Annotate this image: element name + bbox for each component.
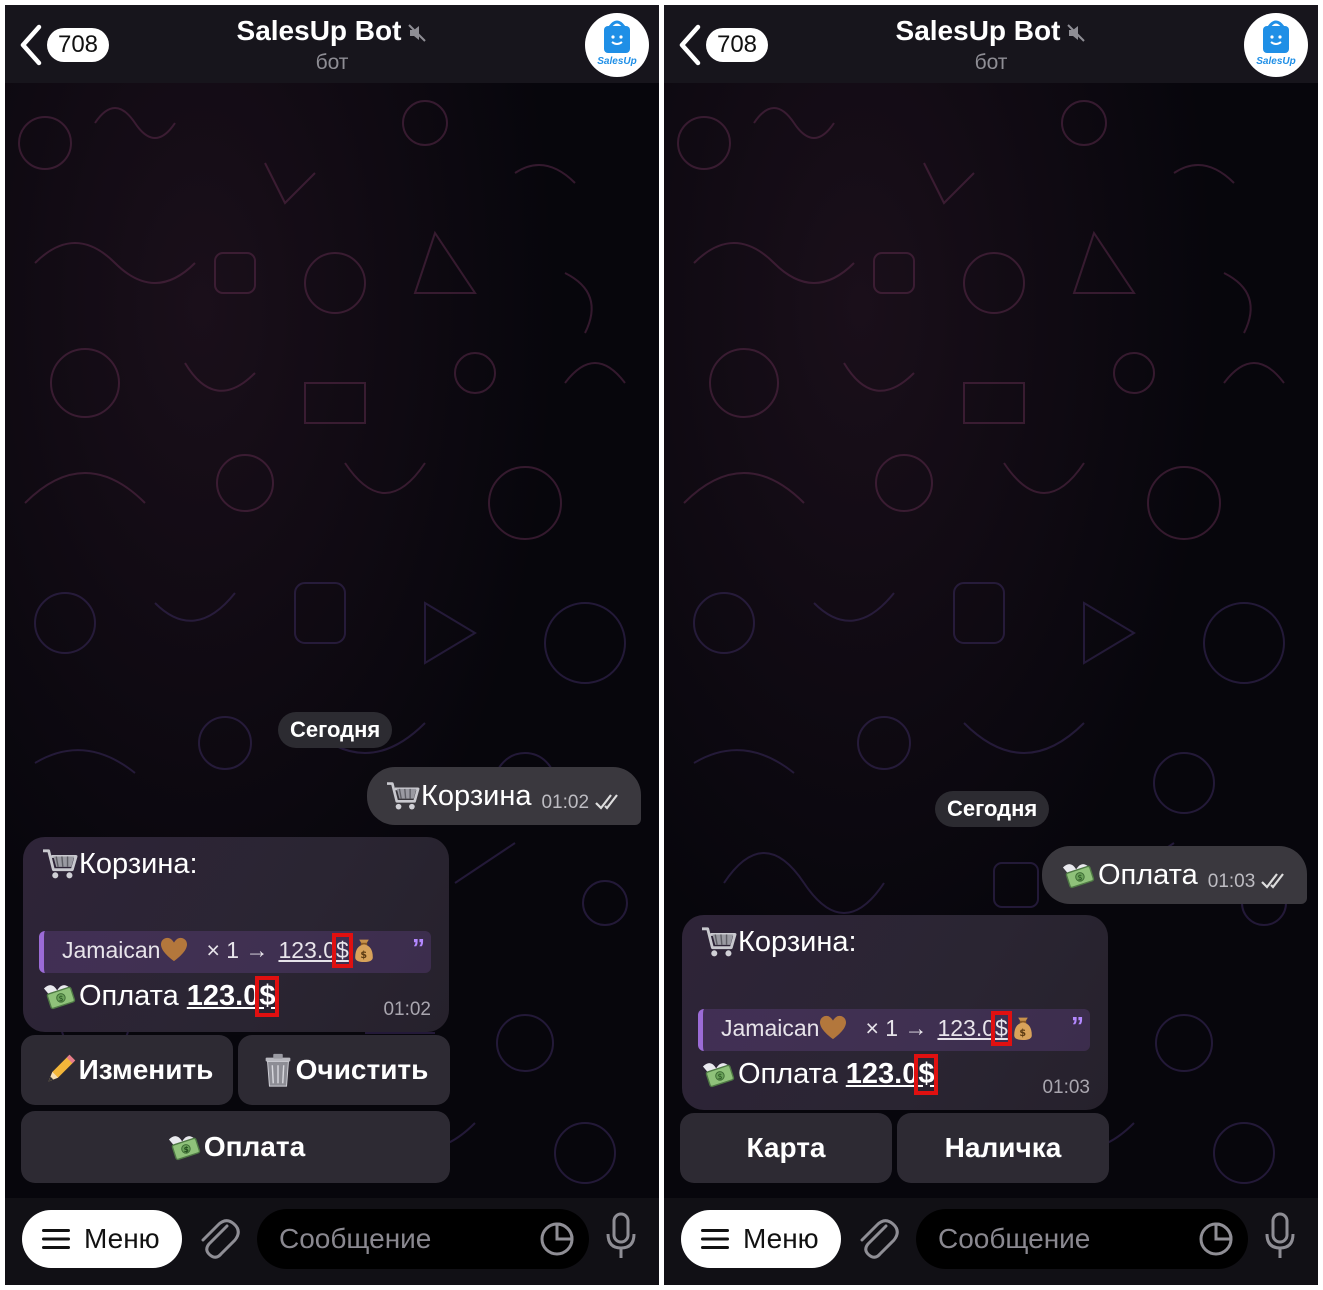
read-checkmarks-icon: [595, 794, 618, 810]
chat-subtitle: бот: [974, 51, 1008, 74]
money-bag-icon: [1011, 1014, 1035, 1042]
money-wings-icon: [1060, 858, 1098, 892]
muted-icon: [1067, 23, 1086, 42]
chat-title[interactable]: SalesUp Bot: [664, 15, 1318, 47]
cart-item-quote: Jamaican × 1 → 123.0 $ ”: [39, 931, 431, 973]
cart-item-quote: Jamaican × 1 → 123.0 $ ”: [698, 1009, 1090, 1051]
message-input[interactable]: Сообщение: [916, 1209, 1248, 1269]
item-currency: $: [332, 932, 353, 968]
cart-icon: [385, 780, 421, 812]
muted-icon: [408, 23, 427, 42]
chat-header: 708 SalesUp Bot бот SalesUp: [5, 5, 659, 83]
message-time: 01:03: [1207, 871, 1256, 892]
bot-avatar[interactable]: SalesUp: [1244, 13, 1308, 77]
message-input[interactable]: Сообщение: [257, 1209, 589, 1269]
message-time: 01:03: [1042, 1077, 1090, 1098]
outgoing-message-text: Оплата: [1098, 858, 1198, 891]
money-bag-icon: [352, 936, 376, 964]
incoming-cart-message: Корзина: Jamaican × 1 → 123.0 $ ” Оплата …: [23, 837, 449, 1032]
chat-subtitle: бот: [315, 51, 349, 74]
date-separator: Сегодня: [935, 791, 1050, 827]
item-price[interactable]: 123.0: [278, 937, 336, 964]
avatar-logo-text: SalesUp: [1256, 56, 1295, 67]
edit-button[interactable]: Изменить: [21, 1035, 233, 1105]
money-wings-icon: [166, 1130, 204, 1164]
item-quantity: × 1 →: [865, 1014, 928, 1041]
microphone-icon[interactable]: [1264, 1212, 1296, 1262]
payment-currency: $: [255, 975, 280, 1017]
menu-button[interactable]: Меню: [22, 1210, 182, 1268]
money-wings-icon: [700, 1057, 738, 1091]
read-checkmarks-icon: [1261, 873, 1285, 889]
message-time: 01:02: [541, 792, 590, 813]
outgoing-message[interactable]: Корзина 01:02: [367, 767, 642, 825]
pencil-icon: [41, 1051, 79, 1089]
cart-icon: [700, 925, 738, 959]
cart-title: Корзина:: [79, 847, 198, 880]
payment-amount[interactable]: 123.0: [187, 980, 260, 1013]
screen-left: 708 SalesUp Bot бот SalesUp Сегодня Корз…: [5, 5, 659, 1285]
incoming-cart-message: Корзина: Jamaican × 1 → 123.0 $ ” Оплата …: [682, 915, 1108, 1110]
cart-title: Корзина:: [738, 925, 857, 958]
quote-icon: ”: [412, 933, 425, 963]
trash-icon: [260, 1051, 296, 1089]
card-button[interactable]: Карта: [680, 1113, 892, 1183]
chat-title[interactable]: SalesUp Bot: [5, 15, 659, 47]
message-time: 01:02: [383, 999, 431, 1020]
bot-avatar[interactable]: SalesUp: [585, 13, 649, 77]
outgoing-message-text: Корзина: [421, 779, 532, 812]
clear-button[interactable]: Очистить: [238, 1035, 450, 1105]
menu-button[interactable]: Меню: [681, 1210, 841, 1268]
brown-heart-icon: [160, 937, 188, 963]
chat-header: 708 SalesUp Bot бот SalesUp: [664, 5, 1318, 83]
menu-icon: [701, 1229, 729, 1249]
payment-amount[interactable]: 123.0: [846, 1058, 919, 1091]
product-name: Jamaican: [62, 936, 161, 963]
sticker-icon[interactable]: [539, 1221, 575, 1257]
avatar-logo-text: SalesUp: [597, 56, 636, 67]
pay-button[interactable]: Оплата: [21, 1111, 450, 1183]
outgoing-message[interactable]: Оплата 01:03: [1042, 846, 1308, 904]
attach-icon[interactable]: [856, 1216, 900, 1262]
date-separator: Сегодня: [278, 712, 393, 748]
money-wings-icon: [41, 979, 79, 1013]
payment-label: Оплата: [79, 979, 179, 1012]
screen-right: 708 SalesUp Bot бот SalesUp Сегодня Опла…: [664, 5, 1318, 1285]
quote-icon: ”: [1071, 1011, 1084, 1041]
item-price[interactable]: 123.0: [937, 1015, 995, 1042]
attach-icon[interactable]: [197, 1216, 241, 1262]
sticker-icon[interactable]: [1198, 1221, 1234, 1257]
microphone-icon[interactable]: [605, 1212, 637, 1262]
item-quantity: × 1 →: [206, 936, 269, 963]
cash-button[interactable]: Наличка: [897, 1113, 1109, 1183]
input-bar: Меню Сообщение: [5, 1198, 659, 1285]
payment-currency: $: [914, 1053, 939, 1095]
brown-heart-icon: [819, 1015, 847, 1041]
input-bar: Меню Сообщение: [664, 1198, 1318, 1285]
product-name: Jamaican: [721, 1014, 820, 1041]
item-currency: $: [991, 1010, 1012, 1046]
cart-icon: [41, 847, 79, 881]
payment-label: Оплата: [738, 1057, 838, 1090]
menu-icon: [42, 1229, 70, 1249]
